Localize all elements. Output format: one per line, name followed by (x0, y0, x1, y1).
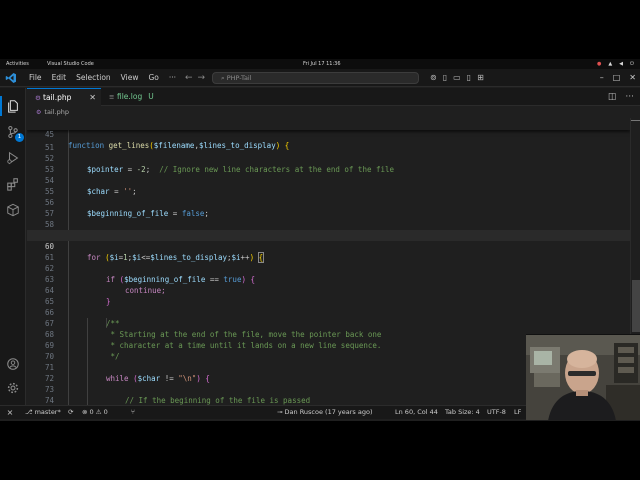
code-row: 63 continue; (27, 263, 630, 295)
php-file-icon: ⚙ (35, 94, 41, 102)
scrollbar-thumb[interactable] (632, 280, 640, 332)
line-number: 45 (44, 130, 54, 139)
code-row: 67 * Starting at the end of the file, mo… (27, 307, 630, 339)
log-file-icon: ≡ (109, 93, 115, 101)
code-row: 54 $char = ''; (27, 164, 630, 196)
forward-arrow-icon[interactable]: → (198, 73, 211, 83)
code-row: 66 /** (27, 296, 630, 328)
branch-indicator[interactable]: ⎇ master* (25, 406, 61, 419)
back-arrow-icon[interactable]: ← (185, 73, 198, 83)
code-row: 65 (27, 285, 630, 306)
split-editor-icon[interactable]: ◫ (608, 88, 617, 106)
explorer-icon[interactable] (6, 98, 20, 113)
close-window-icon[interactable]: ✕ (629, 69, 636, 87)
minimize-icon[interactable]: – (600, 69, 604, 87)
encoding[interactable]: UTF-8 (487, 406, 506, 419)
menu-view[interactable]: View (116, 69, 144, 87)
menu-file[interactable]: File (24, 69, 47, 87)
code-row: 61 (27, 241, 630, 262)
scm-badge: 1 (15, 133, 24, 142)
error-icon: ⊗ (82, 408, 88, 416)
system-tray[interactable]: ● ▲ ◀ ⏻ (597, 59, 634, 69)
activities-button[interactable]: Activities (6, 59, 29, 69)
blame-text: Dan Ruscoe (17 years ago) (284, 408, 373, 416)
editor-actions: ◫ ··· (608, 88, 634, 106)
command-center-label: PHP-Tail (226, 74, 252, 82)
untracked-badge: U (148, 92, 154, 101)
code-line: function get_lines($filename,$lines_to_d… (68, 141, 290, 150)
notification-icon[interactable]: ● (597, 59, 601, 69)
vscode-logo-icon (5, 73, 16, 83)
remote-explorer-icon[interactable] (6, 202, 20, 217)
power-icon[interactable]: ⏻ (630, 59, 634, 69)
maximize-icon[interactable]: □ (613, 69, 621, 87)
warning-count: 0 (103, 408, 108, 416)
remote-indicator-icon[interactable]: ⨯ (0, 406, 20, 419)
window-controls: – □ ✕ (600, 69, 636, 87)
sticky-scroll-line[interactable]: 45 function get_lines($filename,$lines_t… (27, 118, 630, 150)
extensions-icon[interactable] (6, 176, 20, 191)
title-bar: File Edit Selection View Go ··· ←→ ⌕ PHP… (0, 69, 640, 87)
tab-label: tail.php (43, 93, 72, 102)
layout-controls: ⊚ ▯ ▭ ▯ ⊞ (430, 69, 484, 87)
code-row: 68 * character at a time until it lands … (27, 318, 630, 350)
network-icon[interactable]: ▲ (608, 59, 612, 69)
active-view-indicator (0, 96, 2, 116)
copilot-icon[interactable]: ⊚ (430, 69, 437, 87)
tab-file-log[interactable]: ≡ file.log U (101, 88, 185, 106)
editor-tabs: ⚙ tail.php ✕ ≡ file.log U ◫ ··· (27, 88, 640, 106)
volume-icon[interactable]: ◀ (619, 59, 623, 69)
ports-icon[interactable]: ⑂ (131, 406, 135, 419)
end-of-line[interactable]: LF (514, 406, 521, 419)
sync-icon[interactable]: ⟳ (68, 406, 73, 419)
more-actions-icon[interactable]: ··· (625, 88, 634, 106)
code-row: 62 if ($beginning_of_file == true) { (27, 252, 630, 284)
menu-more[interactable]: ··· (164, 69, 181, 87)
tab-label: file.log (117, 92, 143, 101)
warning-icon: ⚠ (95, 408, 102, 416)
code-row: 56 $beginning_of_file = false; (27, 186, 630, 218)
code-row: 64 } (27, 274, 630, 306)
tab-size[interactable]: Tab Size: 4 (445, 406, 480, 419)
code-row: 58 $lines = array(); (27, 208, 630, 240)
close-tab-icon[interactable]: ✕ (89, 89, 96, 107)
overview-ruler-mark (631, 120, 640, 121)
menu-edit[interactable]: Edit (47, 69, 72, 87)
run-debug-icon[interactable] (6, 150, 20, 165)
system-clock[interactable]: Fri Jul 17 11:36 (303, 59, 341, 69)
video-frame: Activities Visual Studio Code Fri Jul 17… (0, 0, 640, 480)
command-center[interactable]: ⌕ PHP-Tail (212, 72, 419, 84)
activity-bar: 1 (0, 88, 26, 405)
system-top-bar: Activities Visual Studio Code Fri Jul 17… (0, 59, 640, 69)
menu-bar: File Edit Selection View Go ··· (24, 69, 181, 87)
code-row: 53 (27, 153, 630, 174)
php-file-icon: ⚙ (36, 109, 42, 116)
settings-gear-icon[interactable] (6, 380, 20, 394)
breadcrumb-file[interactable]: tail.php (44, 108, 69, 116)
toggle-sidebar-icon[interactable]: ▯ (443, 69, 447, 87)
toggle-panel-icon[interactable]: ▭ (453, 69, 461, 87)
account-icon[interactable] (6, 356, 20, 370)
commit-icon: ⊸ (277, 408, 285, 416)
app-menu-label[interactable]: Visual Studio Code (47, 59, 94, 69)
menu-selection[interactable]: Selection (71, 69, 116, 87)
current-code-row: 60 for ($i=1;$i<=$lines_to_display;$i++)… (27, 230, 630, 263)
cursor-position[interactable]: Ln 60, Col 44 (395, 406, 438, 419)
git-branch-icon: ⎇ (25, 408, 35, 416)
branch-name: master* (34, 408, 61, 416)
tab-tail-php[interactable]: ⚙ tail.php ✕ (27, 88, 101, 106)
breadcrumb[interactable]: ⚙ tail.php (36, 107, 69, 118)
toggle-secondary-sidebar-icon[interactable]: ▯ (467, 69, 471, 87)
error-count: 0 (89, 408, 94, 416)
customize-layout-icon[interactable]: ⊞ (477, 69, 484, 87)
code-row: 55 (27, 175, 630, 196)
code-row: 59 (27, 219, 630, 240)
navigation-arrows: ←→ (185, 69, 210, 87)
code-row: 57 (27, 197, 630, 218)
menu-go[interactable]: Go (143, 69, 163, 87)
git-blame[interactable]: ⊸ Dan Ruscoe (17 years ago) (277, 406, 373, 419)
webcam-image (526, 335, 640, 420)
problems-indicator[interactable]: ⊗ 0 ⚠ 0 (82, 406, 108, 419)
webcam-overlay (526, 334, 640, 420)
